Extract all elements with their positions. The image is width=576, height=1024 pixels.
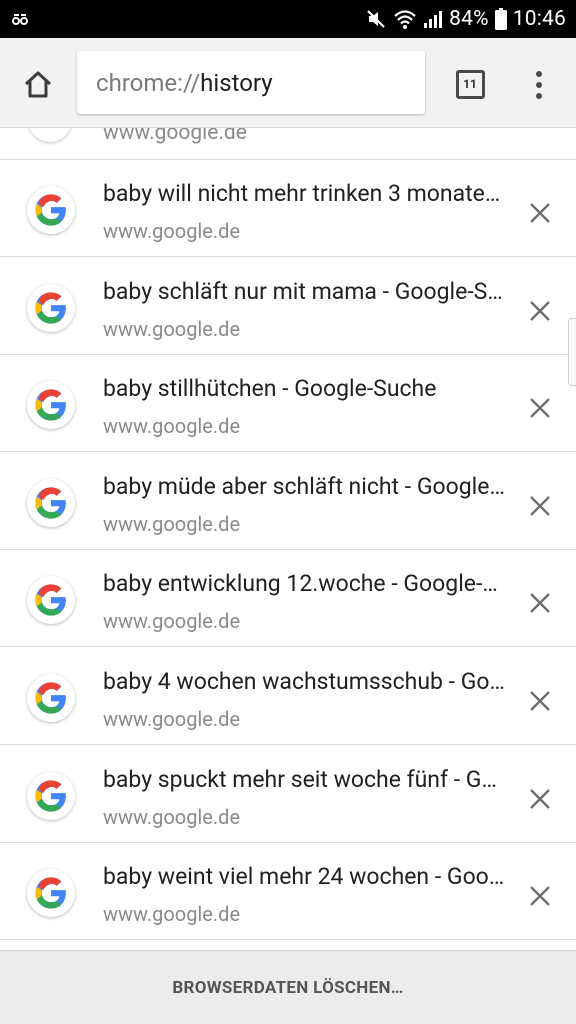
google-g-icon [35,780,66,812]
history-item-url: www.google.de [103,219,241,243]
close-icon [530,691,550,711]
status-bar: 84% 10:46 [0,0,576,38]
history-item-url: www.google.de [103,414,241,438]
mute-icon [365,8,387,30]
history-list: www.google.de baby will nicht mehr trink… [0,128,576,950]
history-item[interactable]: baby schläft nur mit mama - Google-Suche… [0,258,576,355]
remove-history-item-button[interactable] [522,390,558,426]
history-item[interactable]: baby müde aber schläft nicht - Google-Su… [0,453,576,550]
remove-history-item-button[interactable] [522,878,558,914]
history-item[interactable]: baby 4 wochen wachstumsschub - Google-Su… [0,648,576,745]
url-bar[interactable]: chrome://history [77,51,425,114]
history-item-title: baby weint viel mehr 24 wochen - Google-… [103,863,505,890]
home-icon [24,71,52,98]
google-favicon-icon [27,869,75,917]
clear-browsing-data-button[interactable]: BROWSERDATEN LÖSCHEN… [0,950,576,1024]
signal-icon [423,9,443,29]
history-item-url: www.google.de [103,512,241,536]
google-favicon-icon [27,284,75,332]
close-icon [530,789,550,809]
close-icon [530,593,550,613]
remove-history-item-button[interactable] [522,488,558,524]
url-scheme: chrome:// [96,68,201,97]
close-icon [530,496,550,516]
remove-history-item-button[interactable] [522,781,558,817]
history-item-title: baby spuckt mehr seit woche fünf - Googl… [103,766,505,793]
clear-browsing-data-label: BROWSERDATEN LÖSCHEN… [172,977,404,998]
google-favicon-icon [27,381,75,429]
battery-icon [494,8,507,30]
history-item-url: www.google.de [103,609,241,633]
history-item-title: baby entwicklung 12.woche - Google-Suche [103,570,505,597]
battery-percent: 84% [449,7,489,31]
history-item-title: baby schläft nur mit mama - Google-Suche [103,278,505,305]
google-g-icon [35,292,66,324]
google-g-icon [35,682,66,714]
google-favicon-icon [27,576,75,624]
google-g-icon [35,194,66,226]
history-item[interactable]: baby stillhütchen - Google-Suche www.goog… [0,355,576,452]
history-item-url: www.google.de [103,902,241,926]
close-icon [530,301,550,321]
history-item-url: www.google.de [103,128,247,145]
remove-history-item-button[interactable] [522,293,558,329]
history-item-url: www.google.de [103,805,241,829]
google-g-icon [35,487,66,519]
url-path: history [200,68,273,97]
browser-toolbar: chrome://history 11 [0,38,576,128]
close-icon [530,203,550,223]
history-item-title: baby müde aber schläft nicht - Google-Su… [103,473,505,500]
history-item[interactable]: baby will nicht mehr trinken 3 monate - … [0,160,576,257]
google-favicon-icon [27,479,75,527]
google-g-icon [35,584,66,616]
history-item-url: www.google.de [103,707,241,731]
close-icon [530,886,550,906]
google-g-icon [35,877,66,909]
history-item-title: baby will nicht mehr trinken 3 monate - … [103,180,505,207]
google-favicon-icon [27,186,75,234]
remove-history-item-button[interactable] [522,585,558,621]
tab-switcher-button[interactable]: 11 [453,67,487,101]
scroll-indicator[interactable] [568,318,576,386]
history-item-title: baby stillhütchen - Google-Suche [103,375,437,402]
history-item-url: www.google.de [103,317,241,341]
close-icon [530,398,550,418]
google-favicon-icon [28,128,72,142]
history-item[interactable]: baby spuckt mehr seit woche fünf - Googl… [0,746,576,843]
overflow-menu-icon[interactable] [524,65,554,105]
history-item[interactable]: baby entwicklung 12.woche - Google-Suche… [0,550,576,647]
google-favicon-icon [27,772,75,820]
remove-history-item-button[interactable] [522,195,558,231]
history-item[interactable]: baby weint viel mehr 24 wochen - Google-… [0,843,576,940]
home-button[interactable] [18,64,58,104]
wifi-icon [393,8,417,30]
google-g-icon [35,389,66,421]
link-icon [12,12,28,26]
list-item[interactable]: www.google.de [0,128,576,160]
history-item-title: baby 4 wochen wachstumsschub - Google-Su… [103,668,505,695]
remove-history-item-button[interactable] [522,683,558,719]
google-favicon-icon [27,674,75,722]
tab-count: 11 [455,69,485,99]
clock: 10:46 [512,7,566,31]
